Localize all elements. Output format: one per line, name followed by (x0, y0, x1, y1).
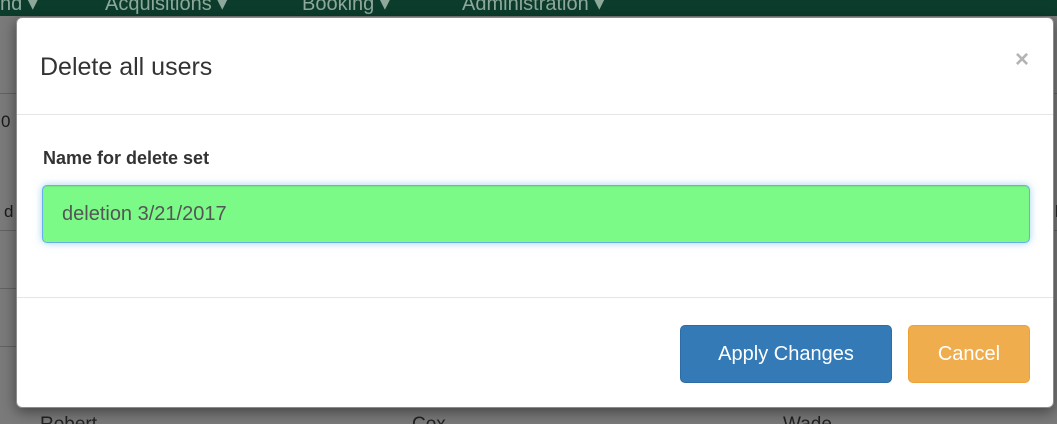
background-row-first-name: Robert (40, 414, 97, 424)
cancel-button[interactable]: Cancel (908, 325, 1030, 383)
dialog-title: Delete all users (40, 53, 213, 81)
delete-set-name-label: Name for delete set (43, 148, 210, 168)
dialog-footer: Apply Changes Cancel (17, 298, 1053, 407)
nav-item-booking: Booking ▾ (302, 0, 390, 15)
dialog-header: Delete all users × (17, 18, 1053, 115)
nav-item-administration: Administration ▾ (462, 0, 605, 15)
background-divider (0, 230, 16, 231)
apply-changes-button[interactable]: Apply Changes (680, 325, 892, 383)
background-divider (0, 93, 16, 94)
delete-set-name-input[interactable] (42, 185, 1030, 243)
background-navbar: nd ▾ Acquisitions ▾ Booking ▾ Administra… (0, 0, 1057, 16)
dialog-body: Name for delete set (17, 115, 1053, 298)
close-icon[interactable]: × (1015, 48, 1029, 72)
background-divider (0, 288, 16, 289)
background-text-fragment: 0 (1, 112, 11, 131)
background-divider (0, 346, 16, 347)
background-row-field: Wade (783, 414, 832, 424)
background-row-last-name: Cox (412, 414, 446, 424)
delete-users-dialog: Delete all users × Name for delete set A… (16, 17, 1054, 408)
nav-item-partial: nd ▾ (0, 0, 38, 15)
nav-item-acquisitions: Acquisitions ▾ (105, 0, 228, 15)
background-text-fragment: d (4, 202, 14, 221)
